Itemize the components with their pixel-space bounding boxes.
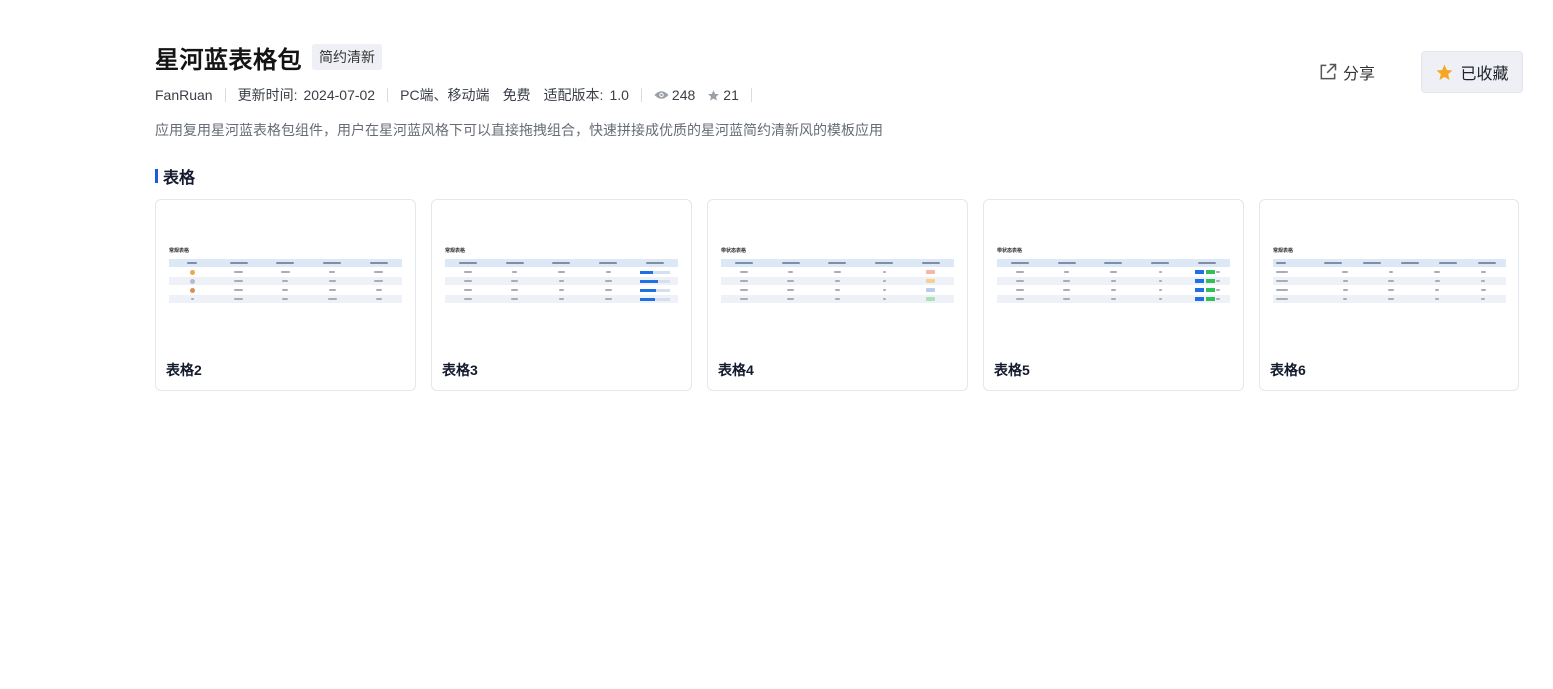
card-thumbnail: 常规表格	[445, 247, 678, 303]
star-icon	[1437, 64, 1453, 80]
description: 应用复用星河蓝表格包组件，用户在星河蓝风格下可以直接拖拽组合，快速拼接成优质的星…	[155, 122, 883, 138]
star-icon	[705, 88, 721, 102]
section-title: 表格	[155, 164, 195, 188]
stars-stat: 21	[705, 87, 739, 103]
version: 1.0	[609, 87, 629, 103]
divider	[387, 88, 389, 102]
thumb-title: 带状态表格	[721, 248, 747, 254]
price: 免费	[502, 87, 531, 103]
external-link-icon	[1320, 63, 1337, 80]
card-label: 表格3	[442, 362, 478, 378]
actions: 分享 已收藏	[1318, 51, 1523, 93]
section-title-text: 表格	[163, 170, 196, 187]
divider	[640, 88, 642, 102]
share-label: 分享	[1342, 66, 1375, 83]
thumb-title: 常规表格	[169, 248, 190, 254]
eye-icon	[654, 88, 670, 102]
template-card[interactable]: 常规表格 表格6	[1259, 199, 1519, 391]
style-tag: 简约清新	[312, 44, 382, 70]
card-grid: 常规表格 表格2 常规表格 表格3 带状态表格 表格4 带状态表格 表格5 常规…	[155, 199, 1519, 391]
version-label: 适配版本:	[543, 87, 604, 103]
views-stat: 248	[654, 87, 695, 103]
card-thumbnail: 带状态表格	[997, 247, 1230, 303]
template-card[interactable]: 带状态表格 表格5	[983, 199, 1244, 391]
favorite-button[interactable]: 已收藏	[1421, 51, 1523, 93]
thumb-title: 常规表格	[1273, 248, 1294, 254]
card-thumbnail: 常规表格	[1273, 247, 1506, 303]
card-label: 表格6	[1270, 362, 1306, 378]
favorite-label: 已收藏	[1460, 66, 1509, 83]
template-card[interactable]: 常规表格 表格2	[155, 199, 416, 391]
thumb-title: 带状态表格	[997, 248, 1023, 254]
divider	[224, 88, 226, 102]
template-card[interactable]: 常规表格 表格3	[431, 199, 692, 391]
author[interactable]: FanRuan	[155, 87, 213, 103]
update-label: 更新时间:	[237, 87, 298, 103]
share-button[interactable]: 分享	[1318, 60, 1375, 84]
platform: PC端、移动端	[400, 87, 490, 103]
page-title: 星河蓝表格包	[155, 46, 302, 74]
views-count: 248	[671, 87, 696, 103]
update-date: 2024-07-02	[303, 87, 376, 103]
divider	[750, 88, 752, 102]
card-label: 表格2	[166, 362, 202, 378]
stars-count: 21	[723, 87, 739, 103]
card-thumbnail: 常规表格	[169, 247, 402, 303]
card-label: 表格4	[718, 362, 754, 378]
card-thumbnail: 带状态表格	[721, 247, 954, 303]
section-accent-bar	[155, 169, 158, 183]
template-card[interactable]: 带状态表格 表格4	[707, 199, 968, 391]
card-label: 表格5	[994, 362, 1030, 378]
thumb-title: 常规表格	[445, 248, 466, 254]
